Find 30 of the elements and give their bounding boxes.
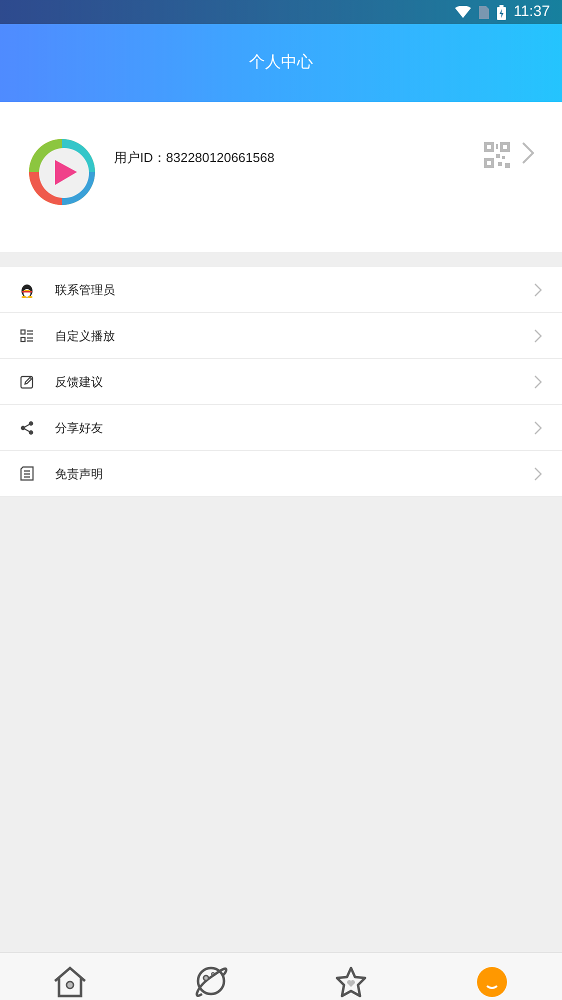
star-heart-icon[interactable] — [334, 966, 368, 998]
battery-charging-icon — [496, 4, 506, 20]
chevron-right-icon — [534, 420, 542, 434]
page-title: 个人中心 — [249, 52, 313, 73]
home-icon[interactable] — [53, 966, 88, 998]
menu-label: 免责声明 — [55, 466, 104, 482]
user-id: 用户ID：832280120661568 — [114, 149, 276, 167]
menu-item[interactable]: 反馈建议 — [0, 359, 562, 405]
wifi-icon — [454, 6, 471, 18]
status-time: 11:37 — [514, 2, 550, 22]
planet-icon[interactable] — [194, 964, 228, 998]
menu-item[interactable]: 联系管理员 — [0, 267, 562, 313]
menu-item[interactable]: 自定义播放 — [0, 313, 562, 359]
edit-icon — [20, 374, 34, 388]
play-logo-icon — [28, 138, 96, 206]
list-icon — [20, 328, 34, 342]
penguin-icon — [20, 282, 34, 298]
menu-item[interactable]: 免责声明 — [0, 451, 562, 497]
chevron-right-icon — [534, 374, 542, 388]
chevron-right-icon — [534, 328, 542, 342]
menu-label: 联系管理员 — [55, 282, 116, 298]
menu-label: 分享好友 — [55, 420, 104, 436]
chevron-right-icon — [534, 282, 542, 296]
no-sim-icon — [478, 6, 489, 18]
menu-item[interactable]: 分享好友 — [0, 405, 562, 451]
document-icon — [20, 466, 34, 481]
menu-label: 自定义播放 — [55, 328, 116, 344]
share-icon — [20, 420, 34, 434]
chevron-right-icon — [534, 466, 542, 480]
menu-label: 反馈建议 — [55, 374, 104, 390]
